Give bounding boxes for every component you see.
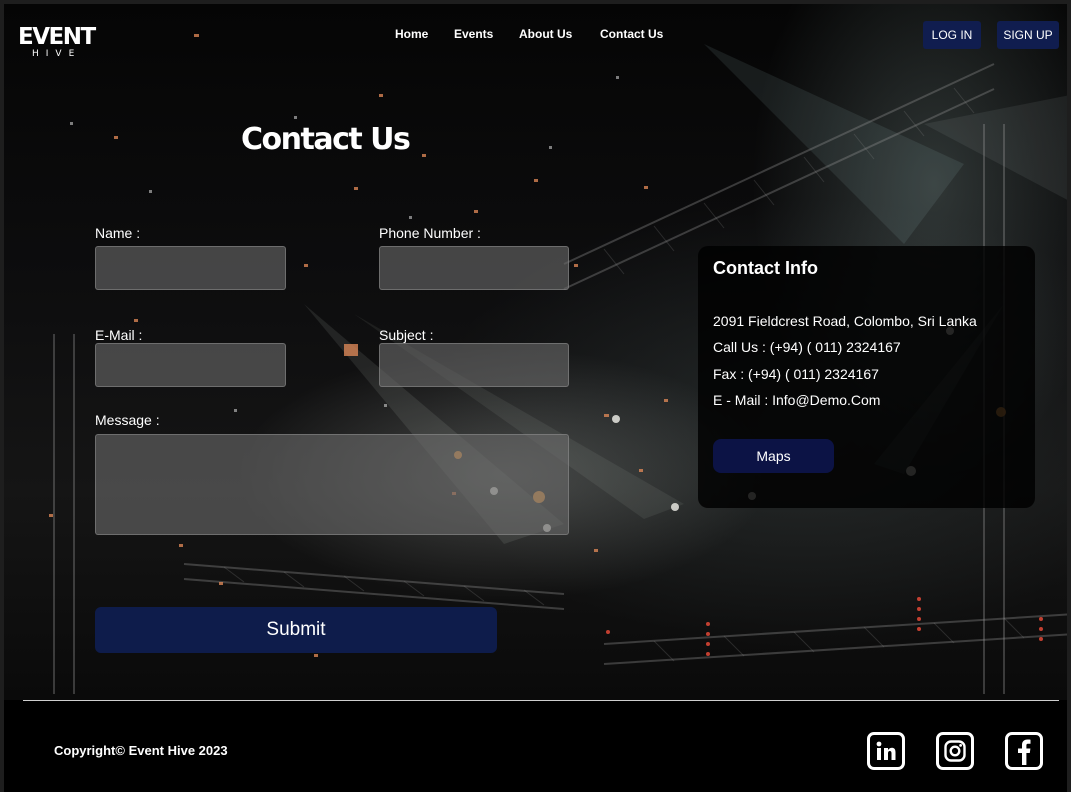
contact-info-heading: Contact Info bbox=[713, 258, 818, 278]
contact-address: 2091 Fieldcrest Road, Colombo, Sri Lanka bbox=[713, 313, 977, 329]
phone-input[interactable] bbox=[379, 246, 569, 290]
contact-email: E - Mail : Info@Demo.Com bbox=[713, 392, 881, 408]
login-button[interactable]: LOG IN bbox=[923, 21, 981, 49]
main-nav: Home Events About Us Contact Us bbox=[395, 27, 663, 41]
instagram-link[interactable] bbox=[936, 732, 974, 770]
facebook-link[interactable] bbox=[1005, 732, 1043, 770]
phone-label: Phone Number : bbox=[379, 225, 481, 241]
contact-call: Call Us : (+94) ( 011) 2324167 bbox=[713, 339, 901, 355]
message-label: Message : bbox=[95, 412, 160, 428]
email-input[interactable] bbox=[95, 343, 286, 387]
nav-contact-us[interactable]: Contact Us bbox=[600, 27, 663, 41]
message-textarea[interactable] bbox=[95, 434, 569, 535]
submit-button[interactable]: Submit bbox=[95, 607, 497, 653]
subject-input[interactable] bbox=[379, 343, 569, 387]
contact-info-card: Contact Info 2091 Fieldcrest Road, Colom… bbox=[698, 246, 1035, 508]
page-title: Contact Us bbox=[241, 122, 411, 157]
contact-fax: Fax : (+94) ( 011) 2324167 bbox=[713, 366, 879, 382]
logo-main-text: EVENT bbox=[18, 24, 96, 50]
facebook-icon bbox=[1018, 739, 1031, 765]
page: EVENT HIVE Home Events About Us Contact … bbox=[0, 0, 1071, 792]
linkedin-link[interactable] bbox=[867, 732, 905, 770]
subject-label: Subject : bbox=[379, 327, 434, 343]
email-label: E-Mail : bbox=[95, 327, 143, 343]
name-input[interactable] bbox=[95, 246, 286, 290]
footer-divider bbox=[23, 700, 1059, 701]
nav-about-us[interactable]: About Us bbox=[519, 27, 600, 41]
logo[interactable]: EVENT HIVE bbox=[18, 24, 96, 60]
linkedin-icon bbox=[876, 741, 896, 760]
maps-button[interactable]: Maps bbox=[713, 439, 834, 473]
instagram-icon bbox=[944, 740, 966, 762]
name-label: Name : bbox=[95, 225, 141, 241]
copyright-text: Copyright© Event Hive 2023 bbox=[54, 743, 228, 758]
signup-button[interactable]: SIGN UP bbox=[997, 21, 1059, 49]
nav-home[interactable]: Home bbox=[395, 27, 454, 41]
nav-events[interactable]: Events bbox=[454, 27, 519, 41]
